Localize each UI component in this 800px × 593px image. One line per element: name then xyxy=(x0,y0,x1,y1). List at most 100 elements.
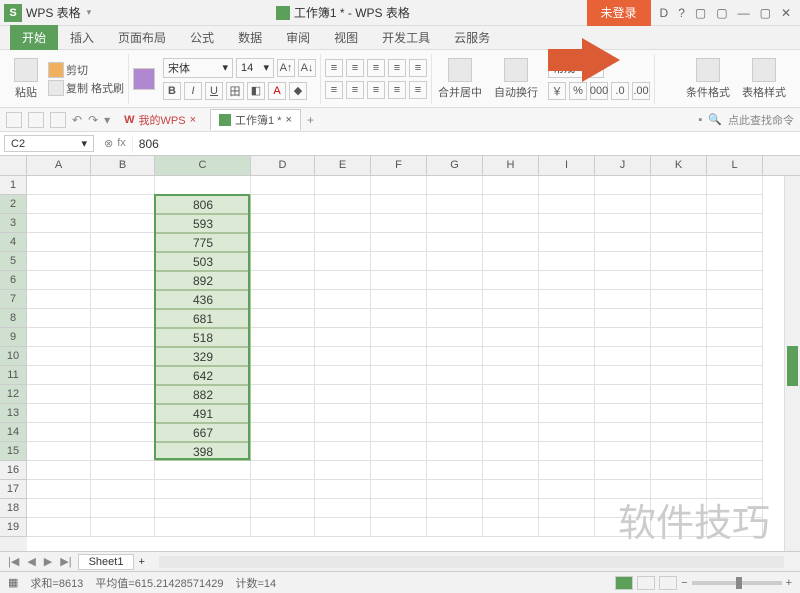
cell[interactable] xyxy=(251,309,315,328)
cell[interactable] xyxy=(427,385,483,404)
cell[interactable] xyxy=(651,385,707,404)
font-color-button[interactable]: A xyxy=(268,82,286,100)
cell[interactable]: 436 xyxy=(155,290,251,309)
row-header-5[interactable]: 5 xyxy=(0,252,27,271)
cell[interactable]: 882 xyxy=(155,385,251,404)
cell[interactable] xyxy=(91,271,155,290)
cell[interactable] xyxy=(27,290,91,309)
minimize-button[interactable]: — xyxy=(735,4,753,22)
currency-icon[interactable]: ￥ xyxy=(548,82,566,100)
cell[interactable] xyxy=(595,252,651,271)
justify-icon[interactable]: ≡ xyxy=(388,81,406,99)
cell[interactable] xyxy=(251,233,315,252)
cell[interactable] xyxy=(371,328,427,347)
cell[interactable] xyxy=(27,461,91,480)
format-painter-button[interactable]: 格式刷 xyxy=(91,80,124,96)
cell[interactable] xyxy=(427,499,483,518)
qa-print-icon[interactable] xyxy=(28,112,44,128)
search-icon[interactable]: 🔍 xyxy=(708,113,722,126)
eraser-icon[interactable] xyxy=(133,68,155,90)
cell[interactable] xyxy=(251,442,315,461)
sheet-nav-first[interactable]: |◀ xyxy=(6,555,21,568)
cell[interactable] xyxy=(539,290,595,309)
cell[interactable] xyxy=(539,480,595,499)
underline-button[interactable]: U xyxy=(205,82,223,100)
cell[interactable] xyxy=(371,309,427,328)
cell[interactable] xyxy=(483,366,539,385)
cell[interactable] xyxy=(251,423,315,442)
tab-home[interactable]: 开始 xyxy=(10,25,58,50)
cell[interactable] xyxy=(595,195,651,214)
mywps-tab[interactable]: W我的WPS× xyxy=(116,110,204,130)
cell[interactable] xyxy=(315,499,371,518)
cell[interactable] xyxy=(707,423,763,442)
cell[interactable] xyxy=(27,214,91,233)
cell[interactable] xyxy=(427,404,483,423)
comma-icon[interactable]: 000 xyxy=(590,82,608,100)
cell[interactable]: 491 xyxy=(155,404,251,423)
font-family-select[interactable]: 宋体▾ xyxy=(163,58,233,78)
row-header-16[interactable]: 16 xyxy=(0,461,27,480)
tab-insert[interactable]: 插入 xyxy=(58,25,106,50)
row-header-11[interactable]: 11 xyxy=(0,366,27,385)
app-menu-dropdown[interactable]: ▾ xyxy=(87,7,100,18)
cell[interactable] xyxy=(251,214,315,233)
cell[interactable] xyxy=(539,271,595,290)
name-box[interactable]: C2▾ xyxy=(4,135,94,152)
cell[interactable]: 329 xyxy=(155,347,251,366)
help-icon[interactable]: ? xyxy=(675,4,688,22)
cell[interactable] xyxy=(427,366,483,385)
col-header-B[interactable]: B xyxy=(91,156,155,175)
qa-preview-icon[interactable] xyxy=(50,112,66,128)
cell[interactable] xyxy=(707,442,763,461)
cell[interactable] xyxy=(91,252,155,271)
cell[interactable] xyxy=(539,461,595,480)
cell[interactable] xyxy=(27,499,91,518)
cell[interactable] xyxy=(539,385,595,404)
decrease-font-icon[interactable]: A↓ xyxy=(298,59,316,77)
cell[interactable] xyxy=(651,404,707,423)
cell[interactable] xyxy=(27,442,91,461)
bold-button[interactable]: B xyxy=(163,82,181,100)
cell[interactable] xyxy=(371,176,427,195)
cell[interactable] xyxy=(427,461,483,480)
cell[interactable] xyxy=(27,385,91,404)
align-top-icon[interactable]: ≡ xyxy=(325,59,343,77)
cell[interactable] xyxy=(155,176,251,195)
tab-cloud[interactable]: 云服务 xyxy=(442,25,502,50)
cut-button[interactable]: 剪切 xyxy=(48,62,124,78)
tab-review[interactable]: 审阅 xyxy=(274,25,322,50)
cell[interactable] xyxy=(91,328,155,347)
cell[interactable] xyxy=(595,328,651,347)
cell[interactable] xyxy=(707,366,763,385)
cell[interactable] xyxy=(483,480,539,499)
cell[interactable] xyxy=(315,176,371,195)
cell[interactable] xyxy=(539,328,595,347)
table-style-button[interactable]: 表格样式 xyxy=(736,56,792,102)
cell[interactable] xyxy=(539,176,595,195)
col-header-H[interactable]: H xyxy=(483,156,539,175)
vertical-scrollbar[interactable] xyxy=(784,176,800,551)
cell[interactable] xyxy=(91,404,155,423)
copy-button[interactable]: 复制 xyxy=(48,80,88,96)
cell[interactable] xyxy=(707,214,763,233)
cells-area[interactable]: 8065937755038924366815183296428824916673… xyxy=(27,176,800,551)
cell[interactable] xyxy=(595,290,651,309)
cell[interactable] xyxy=(595,423,651,442)
cell[interactable] xyxy=(27,309,91,328)
qa-save-icon[interactable] xyxy=(6,112,22,128)
tab-layout[interactable]: 页面布局 xyxy=(106,25,178,50)
tab-data[interactable]: 数据 xyxy=(226,25,274,50)
cell[interactable] xyxy=(483,195,539,214)
cell[interactable] xyxy=(427,290,483,309)
cell[interactable] xyxy=(483,461,539,480)
col-header-D[interactable]: D xyxy=(251,156,315,175)
cell[interactable] xyxy=(251,290,315,309)
cell[interactable] xyxy=(483,176,539,195)
cell[interactable] xyxy=(595,499,651,518)
cell[interactable] xyxy=(371,366,427,385)
cell[interactable] xyxy=(427,423,483,442)
cell[interactable] xyxy=(427,271,483,290)
cell[interactable] xyxy=(595,404,651,423)
cell[interactable]: 667 xyxy=(155,423,251,442)
